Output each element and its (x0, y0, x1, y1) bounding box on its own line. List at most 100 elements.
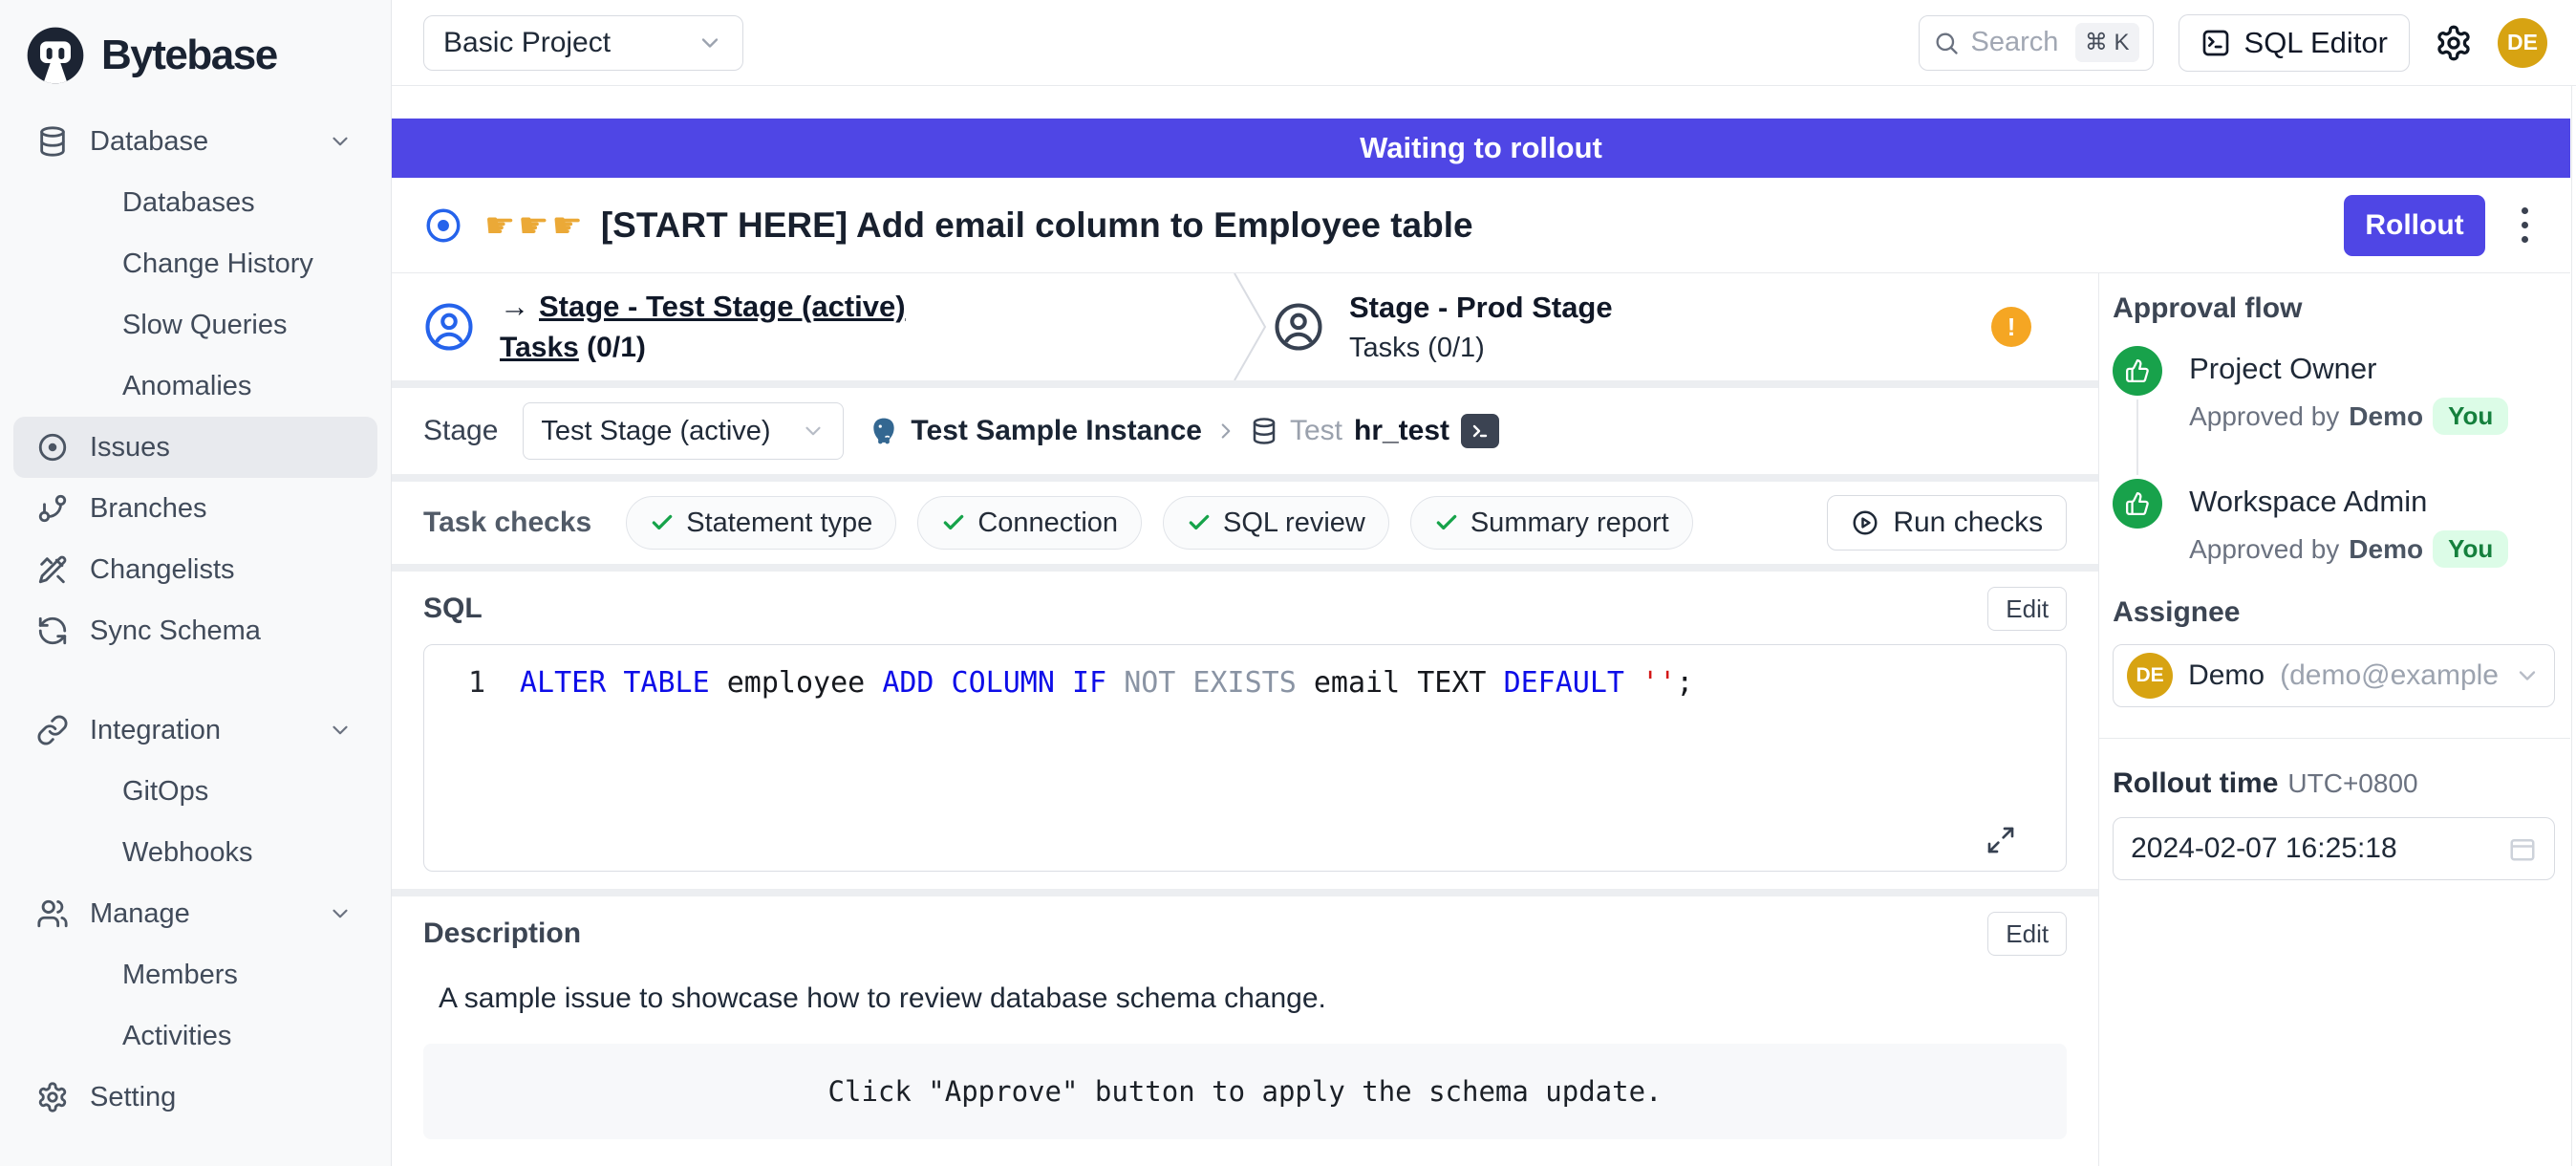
search-input[interactable]: Search ⌘ K (1919, 15, 2154, 71)
chevron-down-icon (328, 901, 353, 926)
kebab-menu-icon[interactable] (2522, 207, 2528, 243)
circle-dot-icon (36, 431, 69, 464)
sidebar-nav: Database Databases Change History Slow Q… (0, 92, 391, 1128)
sql-edit-button[interactable]: Edit (1987, 587, 2067, 631)
you-badge: You (2433, 398, 2508, 435)
sidebar-item-database[interactable]: Database (13, 111, 377, 172)
approved-thumbs-up-icon (2113, 479, 2162, 529)
stage-name: Stage - Test Stage (active) (539, 290, 906, 324)
check-summary-report[interactable]: Summary report (1410, 496, 1693, 550)
assignee-select[interactable]: DE Demo (demo@example (2113, 644, 2555, 707)
check-icon (1187, 510, 1212, 535)
pointing-hand-icons: ☛☛☛ (484, 205, 586, 246)
check-connection[interactable]: Connection (917, 496, 1142, 550)
search-icon (1933, 30, 1960, 56)
assignee-email: (demo@example (2280, 659, 2499, 692)
scrollbar-gutter[interactable] (2571, 86, 2576, 1166)
stage-select[interactable]: Test Stage (active) (523, 402, 844, 460)
rollout-time-title: Rollout timeUTC+0800 (2113, 767, 2555, 800)
brand-name: Bytebase (101, 32, 277, 79)
chevron-down-icon (801, 419, 826, 443)
sidebar-item-branches[interactable]: Branches (13, 478, 377, 539)
sidebar-item-integration[interactable]: Integration (13, 700, 377, 761)
sidebar-item-changelists[interactable]: Changelists (13, 539, 377, 600)
project-selector[interactable]: Basic Project (423, 15, 743, 71)
approval-flow-title: Approval flow (2113, 292, 2555, 325)
stage-tasks-link[interactable]: Tasks (0/1) (500, 332, 906, 364)
sidebar: Bytebase Database Databases Change Histo… (0, 0, 392, 1166)
timezone-label: UTC+0800 (2287, 768, 2417, 798)
stage-tabs: → Stage - Test Stage (active) Tasks (0/1… (392, 273, 2098, 380)
stage-tab-test[interactable]: → Stage - Test Stage (active) Tasks (0/1… (392, 290, 1233, 364)
assignee-avatar: DE (2127, 653, 2173, 699)
check-statement-type[interactable]: Statement type (626, 496, 896, 550)
pencil-ruler-icon (36, 553, 69, 586)
sql-section: SQL Edit 1ALTER TABLE employee ADD COLUM… (392, 572, 2098, 872)
description-edit-button[interactable]: Edit (1987, 912, 2067, 956)
divider (392, 380, 2098, 388)
settings-gear-icon[interactable] (2435, 24, 2473, 62)
status-banner-text: Waiting to rollout (1360, 131, 1602, 165)
attention-badge: ! (1991, 307, 2031, 347)
assignee-title: Assignee (2113, 596, 2555, 629)
status-banner: Waiting to rollout (392, 119, 2570, 178)
sidebar-item-anomalies[interactable]: Anomalies (13, 356, 377, 417)
sql-editor-button[interactable]: SQL Editor (2179, 14, 2410, 72)
description-label: Description (423, 918, 581, 950)
chevron-down-icon (697, 30, 723, 56)
stage-label: Stage (423, 415, 498, 447)
user-avatar[interactable]: DE (2498, 18, 2547, 68)
gear-icon (36, 1081, 69, 1113)
sidebar-item-gitops[interactable]: GitOps (13, 761, 377, 822)
brand-logo[interactable]: Bytebase (0, 0, 391, 92)
postgresql-icon (869, 416, 899, 446)
assignee-name: Demo (2188, 659, 2265, 692)
calendar-icon[interactable] (2508, 834, 2537, 863)
description-text: A sample issue to showcase how to review… (423, 982, 2067, 1015)
sidebar-item-slow-queries[interactable]: Slow Queries (13, 294, 377, 356)
sync-refresh-icon (36, 615, 69, 647)
database-name[interactable]: hr_test (1354, 415, 1449, 447)
link-icon (36, 714, 69, 746)
search-shortcut-badge: ⌘ K (2075, 23, 2139, 62)
sidebar-item-sync-schema[interactable]: Sync Schema (13, 600, 377, 661)
sidebar-item-manage[interactable]: Manage (13, 883, 377, 944)
sidebar-item-change-history[interactable]: Change History (13, 233, 377, 294)
sidebar-item-setting[interactable]: Setting (13, 1067, 377, 1128)
divider (392, 889, 2098, 896)
sql-editor[interactable]: 1ALTER TABLE employee ADD COLUMN IF NOT … (423, 644, 2067, 872)
you-badge: You (2433, 530, 2508, 568)
stage-tab-prod[interactable]: Stage - Prod Stage Tasks (0/1) ! (1233, 291, 2098, 364)
instance-name[interactable]: Test Sample Instance (911, 415, 1202, 447)
bytebase-logo-icon (25, 25, 86, 86)
check-sql-review[interactable]: SQL review (1163, 496, 1389, 550)
issue-sidebar: Approval flow Project Owner Approved by (2098, 273, 2570, 1166)
database-icon (1250, 417, 1278, 445)
check-icon (1434, 510, 1459, 535)
run-checks-button[interactable]: Run checks (1827, 495, 2067, 551)
approval-step-workspace-admin: Workspace Admin Approved by Demo You (2113, 479, 2555, 568)
rollout-time-input[interactable]: 2024-02-07 16:25:18 (2113, 817, 2555, 880)
approver-role: Workspace Admin (2189, 479, 2508, 519)
open-in-sql-editor-icon[interactable] (1461, 414, 1499, 448)
divider (2099, 738, 2570, 739)
stage-separator (1233, 273, 1271, 380)
sql-label: SQL (423, 593, 483, 625)
divider (392, 564, 2098, 572)
rollout-button[interactable]: Rollout (2344, 195, 2485, 256)
sidebar-item-activities[interactable]: Activities (13, 1005, 377, 1067)
chevron-down-icon (328, 129, 353, 154)
divider (392, 474, 2098, 482)
sidebar-item-members[interactable]: Members (13, 944, 377, 1005)
issue-title-row: ☛☛☛ [START HERE] Add email column to Emp… (392, 178, 2570, 273)
users-icon (36, 897, 69, 930)
check-icon (941, 510, 966, 535)
stage-select-row: Stage Test Stage (active) Test Sample In… (392, 388, 2098, 474)
approval-steps: Project Owner Approved by Demo You (2113, 346, 2555, 568)
sidebar-item-issues[interactable]: Issues (13, 417, 377, 478)
expand-icon[interactable] (1986, 825, 2016, 855)
sidebar-item-databases[interactable]: Databases (13, 172, 377, 233)
approved-thumbs-up-icon (2113, 346, 2162, 396)
sidebar-item-webhooks[interactable]: Webhooks (13, 822, 377, 883)
project-selector-value: Basic Project (443, 27, 611, 59)
